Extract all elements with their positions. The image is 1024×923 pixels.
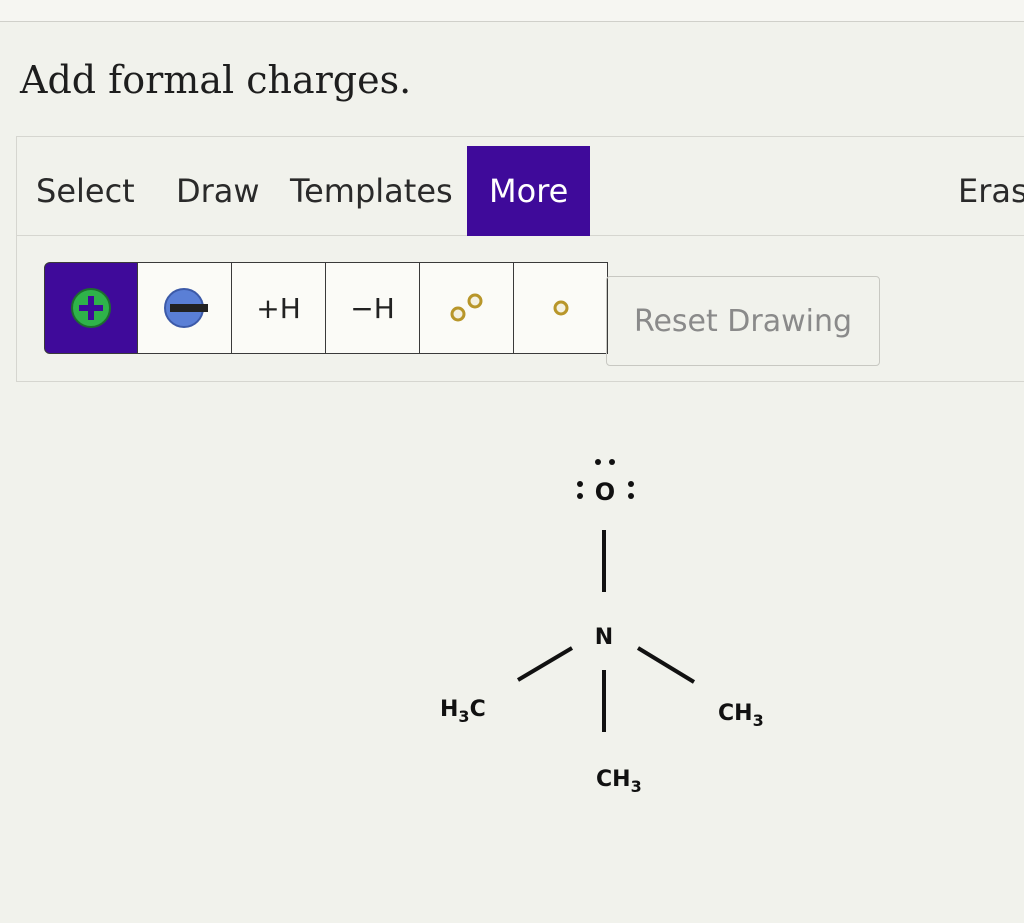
- bond-n-right-methyl[interactable]: [636, 646, 696, 684]
- oxygen-atom[interactable]: O: [595, 478, 615, 506]
- molecule-canvas[interactable]: O N H3C CH3 CH3: [0, 0, 1024, 923]
- bottom-methyl-group[interactable]: CH3: [596, 767, 642, 796]
- left-methyl-group[interactable]: H3C: [440, 697, 486, 726]
- nitrogen-atom[interactable]: N: [595, 625, 613, 650]
- bond-n-left-methyl[interactable]: [516, 646, 574, 682]
- right-methyl-group[interactable]: CH3: [718, 701, 764, 730]
